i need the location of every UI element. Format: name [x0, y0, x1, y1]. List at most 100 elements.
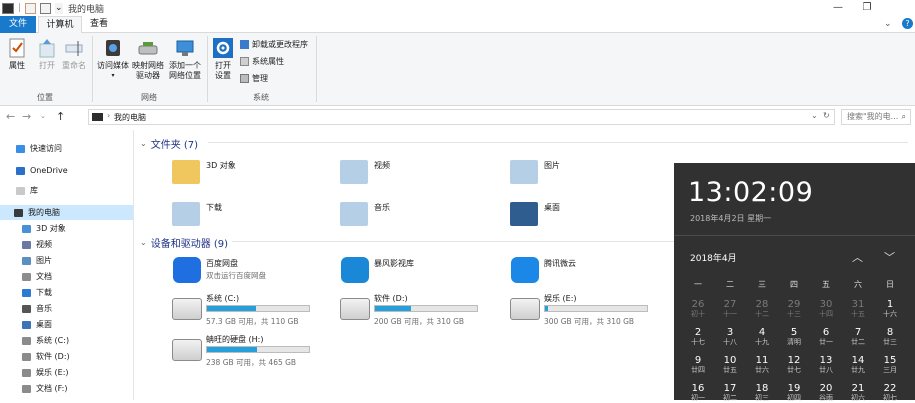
calendar-day[interactable]: 9 廿四	[682, 355, 714, 375]
recent-locations-chevron-icon[interactable]: ⌄	[40, 112, 46, 120]
calendar-day[interactable]: 5 清明	[778, 327, 810, 347]
calendar-day[interactable]: 22 初七	[874, 383, 906, 403]
sidebar-item[interactable]: 文档	[0, 269, 133, 284]
calendar-day[interactable]: 7 廿二	[842, 327, 874, 347]
calendar-day[interactable]: 26 初十	[682, 299, 714, 319]
properties-icon[interactable]	[25, 2, 37, 14]
folder-item[interactable]: 3D 对象	[172, 158, 332, 186]
calendar-day[interactable]: 12 廿七	[778, 355, 810, 375]
navigation-pane-divider[interactable]	[133, 130, 134, 400]
clock-calendar-flyout[interactable]: 13:02:09 2018年4月2日 星期一 2018年4月 ︿ ﹀ 一 二 三 四 五…	[674, 163, 915, 403]
calendar-day[interactable]: 30 十四	[810, 299, 842, 319]
calendar-day[interactable]: 18 初三	[746, 383, 778, 403]
sidebar-item[interactable]: 软件 (D:)	[0, 349, 133, 364]
next-month-icon[interactable]: ﹀	[884, 249, 895, 265]
drive-item[interactable]: 娱乐 (E:) 300 GB 可用，共 310 GB	[510, 292, 670, 328]
previous-month-icon[interactable]: ︿	[852, 249, 863, 265]
clock-date-link[interactable]: 2018年4月2日 星期一	[690, 213, 771, 224]
drive-item[interactable]: 系统 (C:) 57.3 GB 可用，共 110 GB	[172, 292, 332, 328]
folders-section-header[interactable]: ⌄ 文件夹 (7)	[140, 136, 198, 151]
sidebar-item[interactable]: 系统 (C:)	[0, 333, 133, 348]
open-settings-button[interactable]: 打开 设置	[209, 38, 237, 81]
back-arrow-icon[interactable]: ←	[6, 110, 15, 123]
calendar-day[interactable]: 29 十三	[778, 299, 810, 319]
calendar-day[interactable]: 21 初六	[842, 383, 874, 403]
open-button[interactable]: 打开	[34, 38, 60, 71]
maximize-button[interactable]: ❐	[853, 0, 881, 15]
sidebar-item[interactable]: 快速访问	[0, 141, 133, 156]
sidebar-item[interactable]: 库	[0, 183, 133, 198]
map-network-drive-button[interactable]: 映射网络 驱动器	[130, 38, 166, 81]
app-item[interactable]: 腾讯微云	[510, 255, 670, 285]
address-input[interactable]: › 我的电脑 ⌄ ↻	[88, 109, 835, 125]
calendar-day[interactable]: 14 廿九	[842, 355, 874, 375]
address-dropdown-icon[interactable]: ⌄	[811, 111, 818, 120]
folder-item[interactable]: 视频	[340, 158, 500, 186]
sidebar-item[interactable]: 3D 对象	[0, 221, 133, 236]
calendar-day[interactable]: 19 初四	[778, 383, 810, 403]
collapse-chevron-icon[interactable]: ⌄	[140, 139, 147, 148]
open-label: 打开	[39, 61, 55, 70]
expand-ribbon-icon[interactable]: ⌄	[884, 19, 892, 29]
tab-file[interactable]: 文件	[0, 16, 36, 33]
quick-access-dropdown-icon[interactable]: ⌄	[55, 2, 64, 14]
forward-arrow-icon[interactable]: →	[22, 110, 31, 123]
calendar-day[interactable]: 28 十二	[746, 299, 778, 319]
sidebar-item[interactable]: 音乐	[0, 301, 133, 316]
calendar-day[interactable]: 3 十八	[714, 327, 746, 347]
sidebar-item[interactable]: 图片	[0, 253, 133, 268]
new-folder-icon[interactable]	[40, 2, 52, 14]
folder-item[interactable]: 图片	[510, 158, 670, 186]
collapse-chevron-icon[interactable]: ⌄	[140, 238, 147, 247]
uninstall-program-button[interactable]: 卸载或更改程序	[240, 39, 308, 50]
app-item[interactable]: 暴风影视库	[340, 255, 500, 285]
rename-button[interactable]: 重命名	[60, 38, 88, 71]
calendar-day[interactable]: 31 十五	[842, 299, 874, 319]
calendar-day[interactable]: 8 廿三	[874, 327, 906, 347]
calendar-day[interactable]: 20 谷雨	[810, 383, 842, 403]
calendar-day[interactable]: 13 廿八	[810, 355, 842, 375]
sidebar-item[interactable]: 娱乐 (E:)	[0, 365, 133, 380]
drive-item[interactable]: 蚺旺的硬盘 (H:) 238 GB 可用，共 465 GB	[172, 333, 332, 369]
sidebar-item[interactable]: 视频	[0, 237, 133, 252]
app-item[interactable]: 百度网盘 双击运行百度网盘	[172, 255, 332, 285]
tab-view[interactable]: 查看	[82, 16, 116, 33]
calendar-day[interactable]: 2 十七	[682, 327, 714, 347]
calendar-day[interactable]: 17 初二	[714, 383, 746, 403]
sidebar-item[interactable]: 下载	[0, 285, 133, 300]
tab-computer[interactable]: 计算机	[38, 16, 82, 33]
devices-section-header[interactable]: ⌄ 设备和驱动器 (9)	[140, 235, 228, 250]
sidebar-item[interactable]: 桌面	[0, 317, 133, 332]
add-network-location-button[interactable]: 添加一个 网络位置	[166, 38, 204, 81]
access-media-button[interactable]: 访问媒体 ▾	[95, 38, 131, 81]
calendar-day[interactable]: 10 廿五	[714, 355, 746, 375]
breadcrumb-chevron-icon[interactable]: ›	[107, 111, 110, 120]
manage-button[interactable]: 管理	[240, 73, 308, 84]
properties-button[interactable]: 属性	[4, 38, 30, 71]
calendar-lunar-date: 谷雨	[819, 394, 833, 402]
up-arrow-icon[interactable]: ↑	[56, 110, 65, 123]
help-icon[interactable]: ?	[902, 18, 913, 29]
folder-item[interactable]: 下载	[172, 200, 332, 228]
calendar-day[interactable]: 15 三月	[874, 355, 906, 375]
drive-item[interactable]: 软件 (D:) 200 GB 可用，共 310 GB	[340, 292, 500, 328]
calendar-day[interactable]: 4 十九	[746, 327, 778, 347]
calendar-day[interactable]: 1 十六	[874, 299, 906, 319]
folder-item[interactable]: 桌面	[510, 200, 670, 228]
sidebar-item[interactable]: 文档 (F:)	[0, 381, 133, 396]
breadcrumb-current[interactable]: 我的电脑	[114, 112, 146, 123]
sidebar-item[interactable]: OneDrive	[0, 163, 133, 178]
refresh-icon[interactable]: ↻	[823, 111, 830, 120]
calendar-day[interactable]: 6 廿一	[810, 327, 842, 347]
folder-item[interactable]: 音乐	[340, 200, 500, 228]
search-input[interactable]: 搜索"我的电... ⌕	[841, 109, 911, 125]
calendar-day[interactable]: 11 廿六	[746, 355, 778, 375]
network-location-icon	[176, 40, 194, 56]
minimize-button[interactable]: —	[824, 0, 852, 15]
calendar-day[interactable]: 27 十一	[714, 299, 746, 319]
sidebar-item-label: 库	[30, 186, 38, 195]
calendar-day[interactable]: 16 初一	[682, 383, 714, 403]
calendar-month-label[interactable]: 2018年4月	[690, 251, 737, 264]
sidebar-item[interactable]: 我的电脑	[0, 205, 133, 220]
system-properties-button[interactable]: 系统属性	[240, 56, 308, 67]
